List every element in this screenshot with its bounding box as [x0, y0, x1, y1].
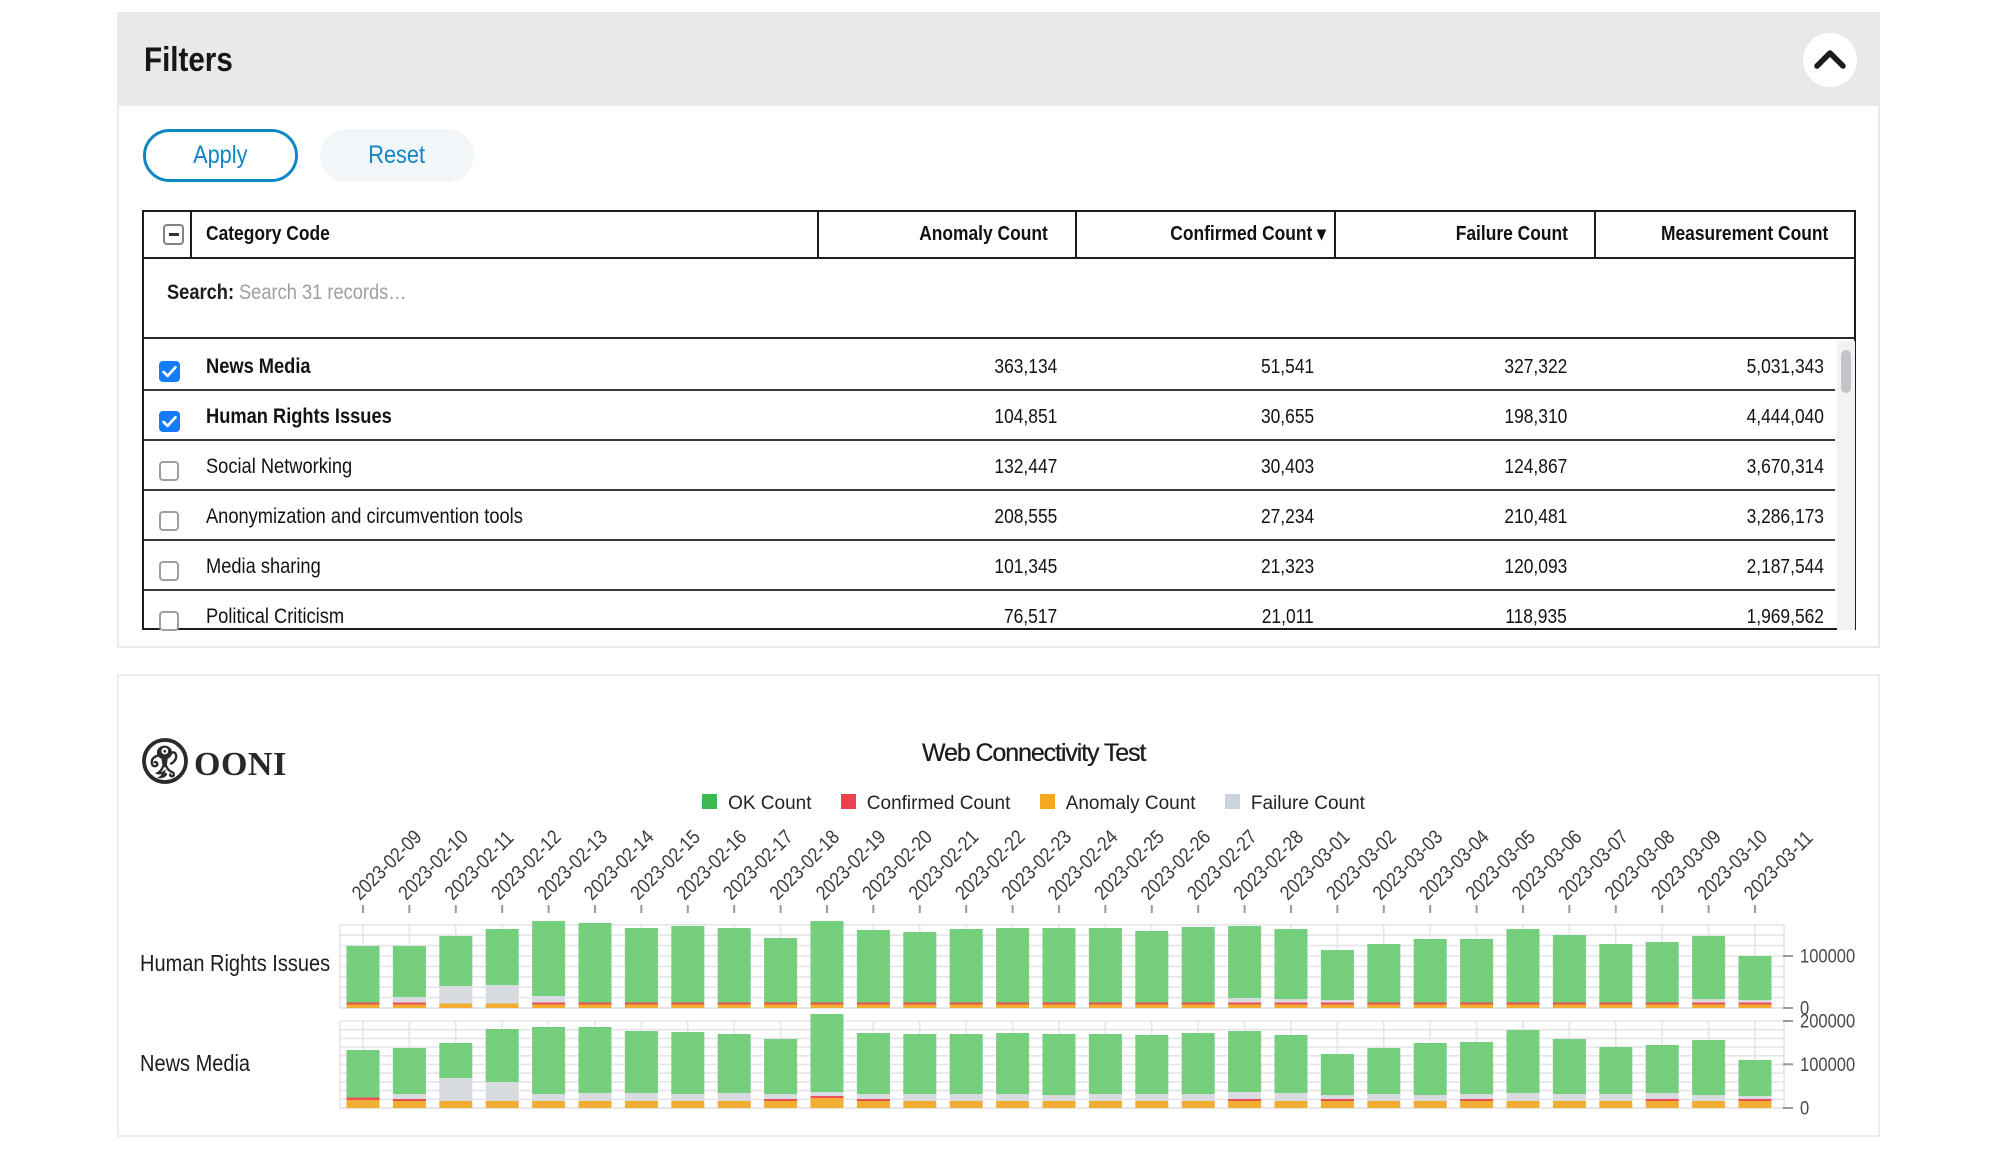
svg-text:News Media: News Media: [140, 1050, 250, 1077]
svg-text:100000: 100000: [1800, 1054, 1855, 1075]
svg-text:0: 0: [1800, 1097, 1809, 1118]
svg-text:Human Rights Issues: Human Rights Issues: [140, 950, 330, 977]
svg-text:200000: 200000: [1800, 1010, 1855, 1031]
svg-text:100000: 100000: [1800, 945, 1855, 966]
